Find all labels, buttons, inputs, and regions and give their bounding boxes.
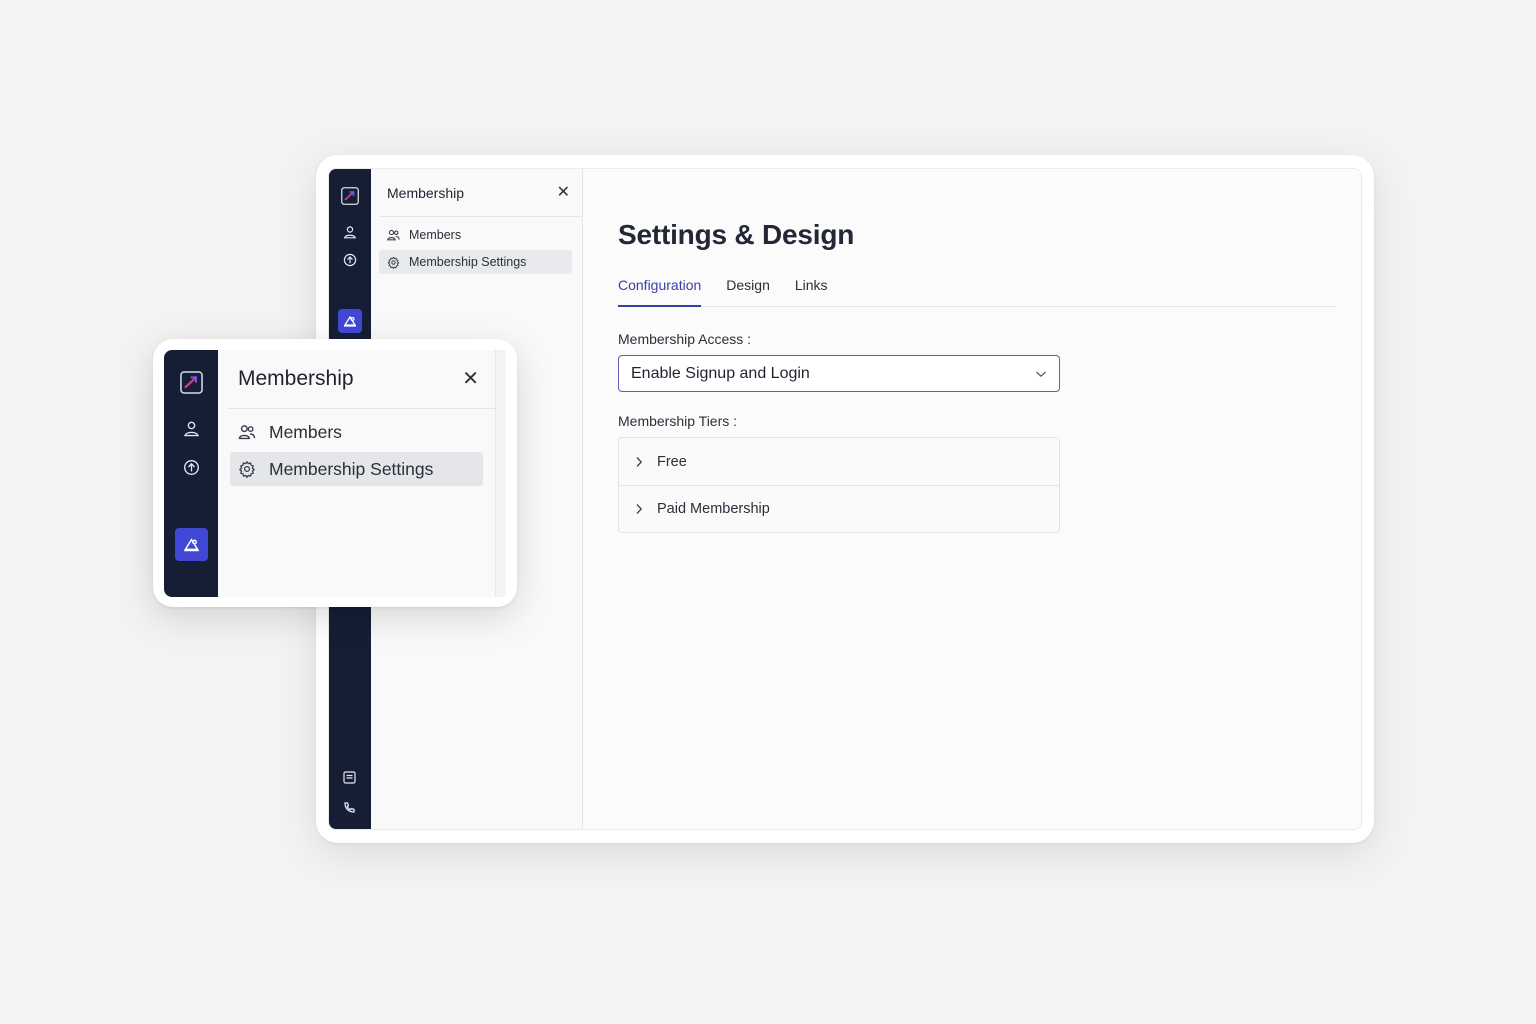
zoomed-app-frame: Membership ✕ Members Membership Settings xyxy=(164,350,506,597)
payments-icon[interactable] xyxy=(343,253,357,267)
gear-icon xyxy=(387,256,400,269)
settings-content: Settings & Design Configuration Design L… xyxy=(583,169,1361,829)
stage: Membership ✕ Members Membership Settings… xyxy=(0,0,1536,1024)
panel-title: Membership xyxy=(387,184,465,201)
membership-access-label: Membership Access : xyxy=(618,331,752,347)
tier-label: Free xyxy=(657,453,687,470)
notes-icon[interactable] xyxy=(343,771,356,784)
chevron-right-icon xyxy=(635,503,643,515)
app-logo-icon[interactable] xyxy=(341,187,359,205)
users-icon xyxy=(238,425,256,440)
membership-access-select[interactable]: Enable Signup and Login xyxy=(618,355,1060,392)
close-icon[interactable]: ✕ xyxy=(557,184,570,201)
panel-title: Membership xyxy=(238,367,354,390)
nav-item-membership-settings[interactable]: Membership Settings xyxy=(230,452,483,486)
phone-icon[interactable] xyxy=(343,801,356,814)
membership-icon[interactable] xyxy=(338,309,362,333)
tab-design[interactable]: Design xyxy=(726,277,770,307)
panel-header: Membership ✕ xyxy=(379,169,582,217)
nav-item-label: Members xyxy=(409,228,462,242)
tab-links[interactable]: Links xyxy=(795,277,828,307)
panel-nav: Members Membership Settings xyxy=(218,409,495,486)
contacts-icon[interactable] xyxy=(183,420,200,437)
chevron-down-icon xyxy=(1036,371,1046,377)
nav-item-label: Members xyxy=(269,421,342,442)
panel-edge xyxy=(495,350,505,597)
page-title: Settings & Design xyxy=(618,219,855,250)
nav-item-members[interactable]: Members xyxy=(379,223,572,247)
nav-item-label: Membership Settings xyxy=(269,458,434,479)
tab-configuration[interactable]: Configuration xyxy=(618,277,702,307)
zoomed-membership-panel: Membership ✕ Members Membership Settings xyxy=(218,350,505,597)
membership-access-value: Enable Signup and Login xyxy=(631,364,810,382)
panel-nav: Members Membership Settings xyxy=(371,217,582,274)
close-icon[interactable]: ✕ xyxy=(462,369,479,389)
chevron-right-icon xyxy=(635,456,643,468)
panel-header: Membership ✕ xyxy=(228,350,495,409)
contacts-icon[interactable] xyxy=(343,225,357,239)
nav-item-label: Membership Settings xyxy=(409,255,527,269)
nav-item-members[interactable]: Members xyxy=(230,415,483,449)
tier-label: Paid Membership xyxy=(657,501,770,517)
tier-item-paid-membership[interactable]: Paid Membership xyxy=(619,485,1059,532)
zoomed-panel-window: Membership ✕ Members Membership Settings xyxy=(153,339,517,607)
membership-icon[interactable] xyxy=(175,528,208,561)
app-logo-icon[interactable] xyxy=(180,371,203,394)
tab-bar: Configuration Design Links xyxy=(618,277,1335,307)
nav-item-membership-settings[interactable]: Membership Settings xyxy=(379,250,572,274)
gear-icon xyxy=(238,460,256,478)
payments-icon[interactable] xyxy=(183,459,200,476)
users-icon xyxy=(387,229,400,241)
tier-item-free[interactable]: Free xyxy=(619,438,1059,485)
zoomed-icon-rail xyxy=(164,350,218,597)
membership-tiers-list: Free Paid Membership xyxy=(618,437,1060,533)
membership-tiers-label: Membership Tiers : xyxy=(618,413,738,429)
